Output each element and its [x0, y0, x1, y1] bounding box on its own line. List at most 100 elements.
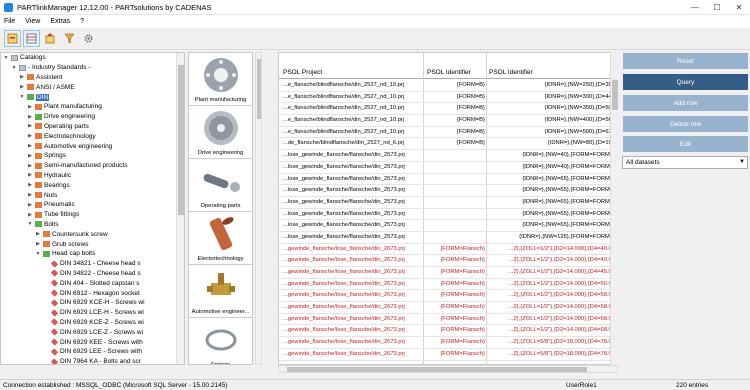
- expand-right-icon[interactable]: ▶: [27, 143, 33, 149]
- table-row[interactable]: ...e_flansche/blindflansche/din_2527_nd_…: [279, 92, 617, 104]
- tree-node[interactable]: ▼ - Industry Standards -: [1, 63, 184, 73]
- maximize-button[interactable]: ☐: [706, 0, 728, 15]
- table-row[interactable]: ...gewinde_flansche/lose_flansche/din_26…: [279, 325, 617, 338]
- table-row[interactable]: ...gewinde_flansche/lose_flansche/din_26…: [279, 255, 617, 267]
- table-row[interactable]: ...gewinde_flansche/lose_flansche/din_26…: [279, 290, 617, 303]
- expand-right-icon[interactable]: ▶: [27, 163, 33, 169]
- tree-node[interactable]: DIN 6929 KCE-Z - Screws wi: [1, 318, 184, 328]
- tree-node[interactable]: ▶ Hydraulic: [1, 171, 184, 181]
- table-row[interactable]: ...lose_gewinde_flansche/flansche/din_25…: [279, 150, 617, 162]
- tree-node[interactable]: DIN 6929 KCE-H - Screws wi: [1, 298, 184, 308]
- tree-node[interactable]: DIN 34821 - Cheese head s: [1, 259, 184, 269]
- table-row[interactable]: ...gewinde_flansche/lose_flansche/din_26…: [279, 302, 617, 314]
- table-horizontal-scroll-thumb[interactable]: [287, 367, 587, 372]
- column-header-psol-identifier-2[interactable]: PSOL Identifier: [489, 69, 533, 76]
- tree-node[interactable]: ▼ DIN: [1, 92, 184, 102]
- table-row[interactable]: ...e_flansche/blindflansche/din_2527_nd_…: [279, 127, 617, 139]
- table-row[interactable]: ...lose_gewinde_flansche/flansche/din_25…: [279, 174, 617, 186]
- tree-node[interactable]: ▶ Grub screws: [1, 239, 184, 249]
- category-thumbnail[interactable]: Operating parts: [189, 159, 252, 212]
- table-row[interactable]: ...lose_gewinde_flansche/flansche/din_25…: [279, 209, 617, 221]
- table-row[interactable]: ...e_flansche/blindflansche/din_2527_nd_…: [279, 115, 617, 127]
- column-header-psol-identifier[interactable]: PSOL Identifier: [427, 69, 471, 76]
- tree-node[interactable]: ▶ Drive engineering: [1, 112, 184, 122]
- expand-right-icon[interactable]: ▶: [27, 133, 33, 139]
- table-row[interactable]: ...e_flansche/blindflansche/din_2527_nd_…: [279, 80, 617, 92]
- table-row[interactable]: ...gewinde_flansche/lose_flansche/din_26…: [279, 279, 617, 291]
- table-row[interactable]: ...gewinde_flansche/lose_flansche/din_26…: [279, 314, 617, 326]
- tree-node[interactable]: ▶ Pneumatic: [1, 200, 184, 210]
- reset-button[interactable]: Reset: [623, 53, 748, 69]
- minimize-button[interactable]: —: [684, 0, 706, 15]
- expand-right-icon[interactable]: ▶: [27, 172, 33, 178]
- category-thumbnail[interactable]: Springs: [189, 318, 252, 364]
- category-thumbnail[interactable]: Automotive engineer...: [189, 265, 252, 318]
- catalog-tree[interactable]: ▼ Catalogs ▼ - Industry Standards - ▶ Assiste…: [0, 52, 185, 365]
- tree-node[interactable]: ▶ ANSI / ASME: [1, 82, 184, 92]
- category-thumbnail[interactable]: Plant manufacturing: [189, 53, 252, 106]
- expand-down-icon[interactable]: ▼: [19, 94, 25, 100]
- catalog-view-button[interactable]: [4, 30, 21, 47]
- menu-view[interactable]: View: [25, 18, 40, 25]
- table-row[interactable]: ...lose_gewinde_flansche/flansche/din_25…: [279, 197, 617, 209]
- tree-node[interactable]: DIN 7964 KA - Bolts and scr: [1, 357, 184, 364]
- category-thumbnail[interactable]: Electrotechnology: [189, 212, 252, 265]
- thumbnails-scroll-thumb[interactable]: [257, 59, 261, 119]
- search-view-button[interactable]: [23, 30, 40, 47]
- table-row[interactable]: ...gewinde_flansche/lose_flansche/din_26…: [279, 349, 617, 361]
- tree-scrollbar[interactable]: [176, 53, 184, 364]
- tree-node[interactable]: DIN 6929 LEE - Screws with: [1, 347, 184, 357]
- settings-button[interactable]: [80, 30, 97, 47]
- expand-right-icon[interactable]: ▶: [19, 74, 25, 80]
- table-vertical-scrollbar[interactable]: [610, 52, 618, 365]
- expand-right-icon[interactable]: ▶: [27, 123, 33, 129]
- tree-node[interactable]: ▶ Springs: [1, 151, 184, 161]
- tree-node[interactable]: DIN 6912 - Hexagon socket: [1, 288, 184, 298]
- expand-right-icon[interactable]: ▶: [19, 84, 25, 90]
- table-row[interactable]: ...gewinde_flansche/lose_flansche/din_26…: [279, 244, 617, 256]
- category-thumbnail[interactable]: Drive engineering: [189, 106, 252, 159]
- table-row[interactable]: ...de_flansche/blindflansche/din_2527_nd…: [279, 138, 617, 151]
- expand-right-icon[interactable]: ▶: [27, 192, 33, 198]
- import-button[interactable]: [42, 30, 59, 47]
- tree-node[interactable]: DIN 6929 LCE-H - Screws wi: [1, 308, 184, 318]
- menu-help[interactable]: ?: [80, 18, 84, 25]
- expand-right-icon[interactable]: ▶: [35, 231, 41, 237]
- dataset-select[interactable]: All datasets ▼: [622, 156, 748, 169]
- expand-right-icon[interactable]: ▶: [27, 182, 33, 188]
- tree-node[interactable]: ▼ Head cap bolts: [1, 249, 184, 259]
- expand-right-icon[interactable]: ▶: [35, 241, 41, 247]
- tree-node[interactable]: ▶ Automotive engineering: [1, 141, 184, 151]
- menu-file[interactable]: File: [4, 18, 15, 25]
- add-row-button[interactable]: Add row: [623, 95, 748, 111]
- expand-right-icon[interactable]: ▶: [27, 104, 33, 110]
- expand-right-icon[interactable]: ▶: [27, 114, 33, 120]
- expand-down-icon[interactable]: ▼: [3, 55, 9, 61]
- tree-node[interactable]: ▼ Bolts: [1, 220, 184, 230]
- table-row[interactable]: ...gewinde_flansche/lose_flansche/din_26…: [279, 267, 617, 279]
- tree-node[interactable]: ▶ Nuts: [1, 190, 184, 200]
- expand-right-icon[interactable]: ▶: [27, 202, 33, 208]
- expand-down-icon[interactable]: ▼: [35, 251, 41, 257]
- tree-node[interactable]: ▶ Operating parts: [1, 122, 184, 132]
- query-button[interactable]: Query: [623, 74, 748, 90]
- expand-down-icon[interactable]: ▼: [11, 65, 17, 71]
- expand-down-icon[interactable]: ▼: [27, 221, 33, 227]
- tree-node[interactable]: DIN 6929 LCE-Z - Screws wi: [1, 327, 184, 337]
- table-vertical-scroll-thumb[interactable]: [612, 80, 618, 110]
- expand-right-icon[interactable]: ▶: [27, 153, 33, 159]
- expand-right-icon[interactable]: ▶: [27, 212, 33, 218]
- tree-node[interactable]: DIN 404 - Slotted capstan s: [1, 278, 184, 288]
- table-row[interactable]: ...gewinde_flansche/lose_flansche/din_26…: [279, 337, 617, 349]
- close-button[interactable]: ✕: [728, 0, 750, 15]
- table-row[interactable]: ...e_flansche/blindflansche/din_2527_nd_…: [279, 103, 617, 116]
- tree-node[interactable]: ▶ Electrotechnology: [1, 131, 184, 141]
- edit-button[interactable]: Edit: [623, 136, 748, 152]
- tree-node[interactable]: ▶ Plant manufacturing: [1, 102, 184, 112]
- table-row[interactable]: ...lose_gewinde_flansche/flansche/din_25…: [279, 162, 617, 174]
- tree-node[interactable]: DIN 6929 KEE - Screws with: [1, 337, 184, 347]
- column-header-psol-project[interactable]: PSOL Project: [283, 69, 322, 76]
- delete-row-button[interactable]: Delete row: [623, 116, 748, 132]
- thumbnails-scrollbar[interactable]: [255, 52, 262, 365]
- tree-node[interactable]: ▶ Tube fittings: [1, 210, 184, 220]
